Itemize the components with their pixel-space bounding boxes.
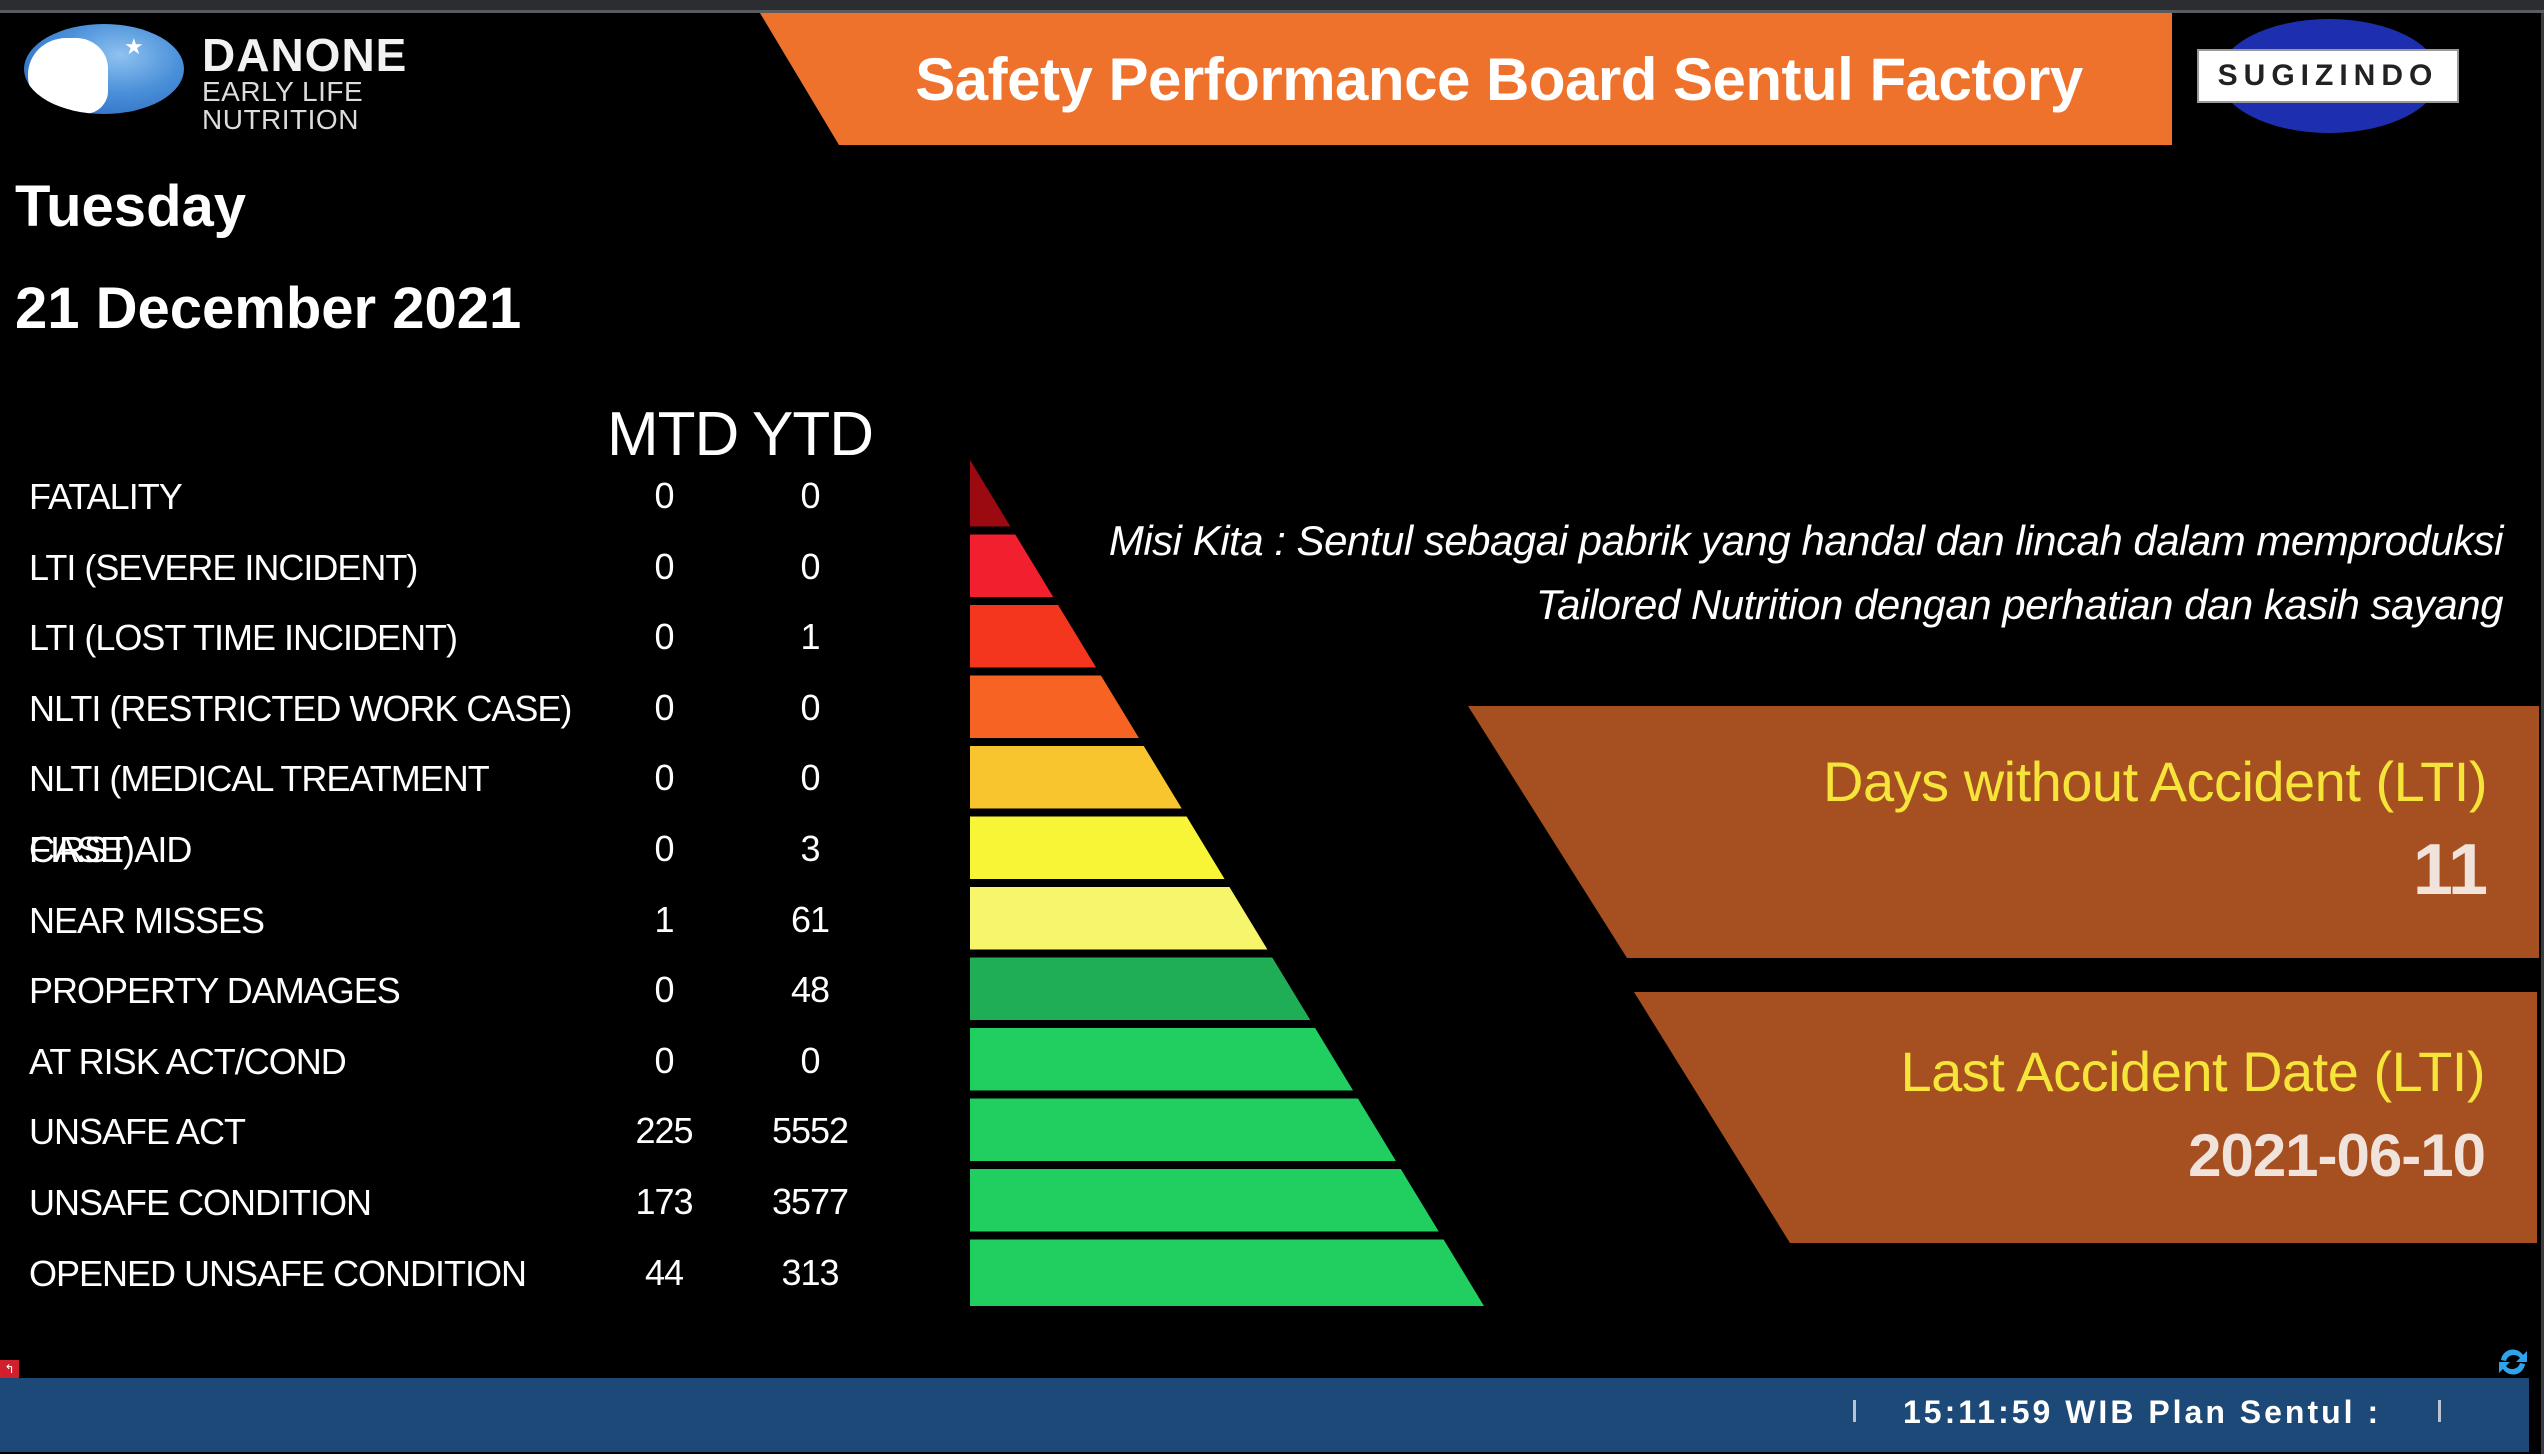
status-bar: 15:11:59 WIB Plan Sentul : bbox=[0, 1378, 2529, 1452]
status-ticker-text: 15:11:59 WIB Plan Sentul : bbox=[1903, 1394, 2382, 1430]
pyramid-band-4 bbox=[970, 675, 1139, 738]
ytd-value: 0 bbox=[800, 686, 820, 728]
mtd-value: 44 bbox=[644, 1251, 684, 1293]
current-date: 21 December 2021 bbox=[15, 276, 522, 341]
mtd-value: 1 bbox=[654, 898, 674, 940]
star-icon: ★ bbox=[124, 34, 144, 59]
row-label: FIRST AID bbox=[29, 829, 192, 870]
child-face-silhouette bbox=[28, 38, 108, 114]
mtd-value: 225 bbox=[635, 1110, 693, 1152]
days-without-accident-value: 11 bbox=[2412, 830, 2488, 910]
danone-logo: ★ DANONE EARLY LIFE NUTRITION bbox=[24, 24, 406, 134]
row-label: OPENED UNSAFE CONDITION bbox=[29, 1252, 527, 1294]
days-without-accident-label: Days without Accident (LTI) bbox=[1823, 750, 2487, 813]
ytd-value: 3577 bbox=[771, 1181, 849, 1222]
ytd-value: 3 bbox=[800, 828, 820, 869]
status-separator bbox=[2438, 1400, 2441, 1422]
pyramid-band-9 bbox=[970, 1028, 1354, 1091]
danone-emblem-icon: ★ bbox=[24, 24, 184, 114]
back-arrow-icon: ↰ bbox=[4, 1362, 15, 1376]
logo-wordmark: SUGIZINDO bbox=[2197, 49, 2459, 103]
mtd-value: 0 bbox=[654, 828, 674, 869]
pyramid-band-8 bbox=[970, 957, 1311, 1020]
pyramid-band-7 bbox=[970, 887, 1268, 950]
mtd-value: 173 bbox=[635, 1181, 693, 1222]
mtd-value: 0 bbox=[654, 616, 674, 658]
mtd-value: 0 bbox=[654, 475, 674, 516]
row-label: UNSAFE CONDITION bbox=[29, 1182, 372, 1223]
refresh-icon[interactable] bbox=[2496, 1346, 2530, 1378]
mtd-value: 0 bbox=[654, 969, 674, 1011]
mtd-value: 0 bbox=[654, 686, 674, 728]
pyramid-band-2 bbox=[970, 534, 1054, 597]
pyramid-band-5 bbox=[970, 746, 1182, 809]
pyramid-band-11 bbox=[970, 1169, 1439, 1232]
mtd-value: 0 bbox=[654, 1039, 674, 1081]
ytd-value: 1 bbox=[800, 616, 820, 658]
row-label: PROPERTY DAMAGES bbox=[29, 970, 401, 1012]
ytd-value: 313 bbox=[781, 1251, 839, 1293]
last-accident-date-value: 2021-06-10 bbox=[2188, 1122, 2486, 1189]
column-header-ytd: YTD bbox=[752, 400, 874, 469]
pyramid-band-12 bbox=[970, 1239, 1484, 1306]
days-without-accident-panel: Days without Accident (LTI) 11 bbox=[1468, 706, 2539, 958]
sugizindo-logo: SUGIZINDO bbox=[2197, 19, 2461, 133]
column-header-mtd: MTD bbox=[607, 400, 739, 469]
row-label: NLTI (MEDICAL TREATMENT CASE) bbox=[29, 758, 489, 871]
row-label: NEAR MISSES bbox=[29, 899, 265, 941]
row-label: FATALITY bbox=[29, 476, 183, 517]
ytd-value: 0 bbox=[800, 757, 820, 799]
ytd-value: 61 bbox=[790, 898, 830, 940]
ytd-value: 5552 bbox=[771, 1110, 849, 1152]
mission-statement-line-1: Misi Kita : Sentul sebagai pabrik yang h… bbox=[1108, 517, 2504, 564]
safety-pyramid bbox=[970, 460, 1484, 1306]
row-label: NLTI (RESTRICTED WORK CASE) bbox=[29, 687, 572, 729]
row-label: AT RISK ACT/COND bbox=[29, 1040, 347, 1082]
row-label: UNSAFE ACT bbox=[29, 1111, 246, 1153]
ytd-value: 0 bbox=[800, 545, 820, 587]
row-label: LTI (SEVERE INCIDENT) bbox=[29, 546, 418, 588]
ytd-value: 0 bbox=[800, 1039, 820, 1081]
row-label: LTI (LOST TIME INCIDENT) bbox=[29, 617, 458, 659]
brand-subtitle: EARLY LIFE NUTRITION bbox=[202, 76, 364, 135]
brand-name: DANONE bbox=[202, 29, 408, 81]
pyramid-band-3 bbox=[970, 605, 1097, 668]
pyramid-band-6 bbox=[970, 816, 1225, 879]
last-accident-date-label: Last Accident Date (LTI) bbox=[1900, 1040, 2485, 1103]
back-button[interactable]: ↰ bbox=[0, 1360, 19, 1378]
browser-top-bar bbox=[0, 0, 2544, 10]
day-of-week: Tuesday bbox=[15, 174, 247, 239]
ytd-value: 0 bbox=[800, 475, 820, 516]
pyramid-band-1 bbox=[970, 460, 1011, 527]
status-separator bbox=[1853, 1400, 1856, 1422]
mtd-value: 0 bbox=[654, 545, 674, 587]
mtd-value: 0 bbox=[654, 757, 674, 799]
last-accident-date-panel: Last Accident Date (LTI) 2021-06-10 bbox=[1634, 992, 2537, 1243]
pyramid-band-10 bbox=[970, 1098, 1396, 1161]
mission-statement-line-2: Tailored Nutrition dengan perhatian dan … bbox=[1535, 581, 2504, 628]
page-title: Safety Performance Board Sentul Factory bbox=[915, 45, 2083, 113]
ytd-value: 48 bbox=[790, 969, 830, 1011]
